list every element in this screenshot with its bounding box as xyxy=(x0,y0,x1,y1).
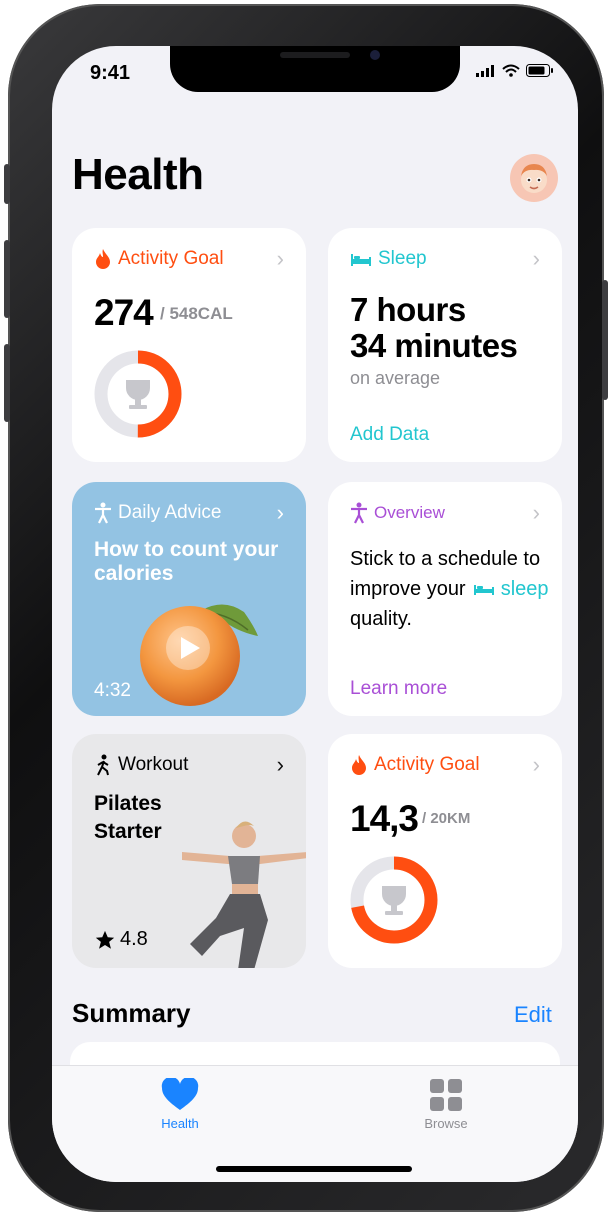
sleep-card[interactable]: Sleep › 7 hours 34 minutes on average Ad… xyxy=(328,228,562,462)
trophy-icon xyxy=(126,380,150,409)
flame-icon xyxy=(352,755,366,775)
sleep-header: Sleep xyxy=(350,248,427,270)
add-data-link[interactable]: Add Data xyxy=(350,424,429,446)
activity-goal-card[interactable]: Activity Goal › 274 / 548CAL xyxy=(72,228,306,462)
volume-down-button xyxy=(4,344,10,422)
distance-unit: / 20KM xyxy=(422,810,471,827)
sleep-title: Sleep xyxy=(378,248,427,269)
daily-advice-header: Daily Advice xyxy=(94,502,222,524)
overview-text: Stick to a schedule to improve your slee… xyxy=(350,544,550,634)
power-button xyxy=(602,280,608,400)
chevron-right-icon: › xyxy=(276,246,284,271)
activity-progress-ring xyxy=(94,350,182,438)
summary-heading: Summary xyxy=(72,998,191,1028)
tab-browse[interactable]: Browse xyxy=(386,1078,506,1131)
peach-image xyxy=(140,604,258,706)
workout-title: Workout xyxy=(118,754,189,775)
chevron-right-icon: › xyxy=(532,246,540,271)
figure-icon xyxy=(95,502,111,524)
tab-browse-label: Browse xyxy=(424,1116,468,1131)
tab-health-label: Health xyxy=(161,1116,199,1131)
overview-header: Overview xyxy=(350,502,445,524)
mute-switch xyxy=(4,164,10,204)
avatar[interactable] xyxy=(510,154,558,202)
trophy-icon xyxy=(382,886,406,915)
battery-icon xyxy=(526,64,553,77)
walking-figure-icon xyxy=(97,754,109,776)
activity-goal-distance-card[interactable]: Activity Goal › 14,3 / 20KM xyxy=(328,734,562,968)
workout-person-image xyxy=(182,821,306,968)
screen: 9:41 Health Activity Goal › 274 / 548CAL… xyxy=(52,46,578,1182)
sleep-duration: 7 hours 34 minutes xyxy=(350,291,518,364)
overview-title: Overview xyxy=(374,503,445,522)
activity-goal-header: Activity Goal xyxy=(94,248,224,270)
sleep-minutes: 34 minutes xyxy=(350,327,518,364)
speaker xyxy=(280,52,350,58)
chevron-right-icon: › xyxy=(532,752,540,777)
front-camera xyxy=(370,50,380,60)
activity-goal-title: Activity Goal xyxy=(118,248,224,269)
activity-value: 274 xyxy=(94,292,154,333)
video-duration: 4:32 xyxy=(94,680,131,701)
chevron-right-icon: › xyxy=(276,500,284,525)
activity-unit: / 548CAL xyxy=(160,304,233,323)
chevron-right-icon: › xyxy=(276,752,284,777)
distance-progress-ring xyxy=(350,856,438,944)
page-title: Health xyxy=(72,150,204,199)
tab-bar: Health Browse xyxy=(52,1065,578,1182)
bed-icon xyxy=(474,585,495,595)
tab-health[interactable]: Health xyxy=(120,1078,240,1131)
phone-frame: 9:41 Health Activity Goal › 274 / 548CAL… xyxy=(4,4,608,1212)
workout-rating: 4.8 xyxy=(94,928,148,951)
star-icon xyxy=(95,930,115,949)
daily-advice-card[interactable]: Daily Advice › How to count your calorie… xyxy=(72,482,306,716)
status-time: 9:41 xyxy=(90,62,131,84)
edit-button[interactable]: Edit xyxy=(514,1002,552,1028)
distance-value: 14,3 xyxy=(350,798,419,839)
rating-value: 4.8 xyxy=(120,928,148,950)
workout-card[interactable]: Workout › Pilates Starter 4.8 xyxy=(72,734,306,968)
overview-text-part2: quality. xyxy=(350,608,412,630)
overview-sleep-word: sleep xyxy=(500,578,549,600)
grid-icon xyxy=(430,1079,462,1111)
figure-icon xyxy=(351,502,367,524)
heart-icon xyxy=(161,1078,199,1110)
sleep-subtitle: on average xyxy=(350,368,441,388)
home-indicator xyxy=(216,1166,412,1172)
wifi-icon xyxy=(502,64,520,77)
flame-icon xyxy=(96,249,110,269)
learn-more-link[interactable]: Learn more xyxy=(350,678,447,700)
sleep-hours: 7 hours xyxy=(350,291,466,328)
bed-icon xyxy=(351,254,371,266)
activity-goal-title: Activity Goal xyxy=(374,754,480,775)
overview-card[interactable]: Overview › Stick to a schedule to improv… xyxy=(328,482,562,716)
avatar-face-icon xyxy=(521,164,547,193)
status-icons xyxy=(476,64,554,77)
notch xyxy=(170,46,460,92)
daily-advice-title: Daily Advice xyxy=(118,502,222,523)
chevron-right-icon: › xyxy=(532,500,540,525)
workout-header: Workout xyxy=(94,754,188,776)
signal-icon xyxy=(476,64,494,77)
activity-goal-header: Activity Goal xyxy=(350,754,480,776)
volume-up-button xyxy=(4,240,10,318)
advice-headline: How to count your calories xyxy=(94,538,279,585)
